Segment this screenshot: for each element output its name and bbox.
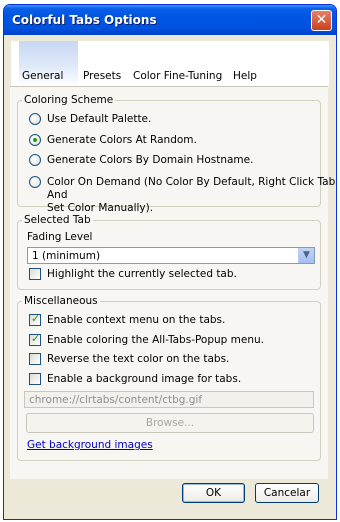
option-default-palette[interactable]: Use Default Palette. <box>29 113 151 126</box>
coloring-scheme-title: Coloring Scheme <box>22 94 116 106</box>
tab-help[interactable]: Help <box>233 70 257 84</box>
ok-button[interactable]: OK <box>182 483 245 503</box>
cancel-button[interactable]: Cancelar <box>255 483 319 503</box>
option-label: Highlight the currently selected tab. <box>47 268 237 280</box>
window-title: Colorful Tabs Options <box>12 13 157 27</box>
option-label-line2: Set Color Manually). <box>47 202 154 214</box>
title-bar[interactable]: Colorful Tabs Options ✕ <box>4 5 336 35</box>
option-context-menu[interactable]: Enable context menu on the tabs. <box>29 312 226 327</box>
checkbox-context-menu[interactable] <box>29 312 41 326</box>
fading-level-value: 1 (minimum) <box>32 250 101 262</box>
radio-default-palette[interactable] <box>29 113 41 125</box>
option-label: Generate Colors At Random. <box>47 134 197 146</box>
get-background-images-link[interactable]: Get background images <box>27 439 153 451</box>
fading-level-label: Fading Level <box>27 231 93 243</box>
checkbox-reverse-text-color[interactable] <box>29 353 41 365</box>
option-label: Color On Demand (No Color By Default, Ri… <box>47 176 340 215</box>
tab-bar: General Presets Color Fine-Tuning Help <box>11 41 329 87</box>
background-image-path: chrome://clrtabs/content/ctbg.gif <box>29 394 203 406</box>
option-all-tabs-popup[interactable]: Enable coloring the All-Tabs-Popup menu. <box>29 332 265 347</box>
option-domain-hostname[interactable]: Generate Colors By Domain Hostname. <box>29 154 253 167</box>
option-reverse-text-color[interactable]: Reverse the text color on the tabs. <box>29 353 229 366</box>
option-label-line1: Color On Demand (No Color By Default, Ri… <box>47 176 336 201</box>
browse-button[interactable]: Browse... <box>26 413 314 433</box>
tab-general[interactable]: General <box>22 70 63 84</box>
miscellaneous-title: Miscellaneous <box>22 295 100 307</box>
option-label: Enable context menu on the tabs. <box>47 314 226 326</box>
checkbox-background-image[interactable] <box>29 373 41 385</box>
option-label: Reverse the text color on the tabs. <box>47 353 230 365</box>
radio-domain-hostname[interactable] <box>29 154 41 166</box>
option-random-colors[interactable]: Generate Colors At Random. <box>29 134 197 147</box>
checkbox-all-tabs-popup[interactable] <box>29 332 41 346</box>
option-color-on-demand[interactable]: Color On Demand (No Color By Default, Ri… <box>29 176 340 215</box>
option-label: Generate Colors By Domain Hostname. <box>47 154 254 166</box>
radio-random-colors[interactable] <box>29 134 41 146</box>
close-icon: ✕ <box>315 12 328 28</box>
chevron-down-icon[interactable]: ▼ <box>298 248 314 263</box>
selected-tab-title: Selected Tab <box>22 214 93 226</box>
tab-presets[interactable]: Presets <box>83 70 121 84</box>
radio-color-on-demand[interactable] <box>29 176 41 188</box>
checkbox-highlight-selected[interactable] <box>29 268 41 280</box>
option-label: Use Default Palette. <box>47 113 152 125</box>
option-label: Enable coloring the All-Tabs-Popup menu. <box>47 334 265 346</box>
option-background-image[interactable]: Enable a background image for tabs. <box>29 373 241 386</box>
background-image-path-field[interactable]: chrome://clrtabs/content/ctbg.gif <box>24 391 314 408</box>
option-highlight-selected[interactable]: Highlight the currently selected tab. <box>29 268 237 281</box>
option-label: Enable a background image for tabs. <box>47 373 242 385</box>
close-button[interactable]: ✕ <box>311 10 332 31</box>
tab-color-fine-tuning[interactable]: Color Fine-Tuning <box>133 70 222 84</box>
fading-level-select[interactable]: 1 (minimum) ▼ <box>27 247 315 264</box>
